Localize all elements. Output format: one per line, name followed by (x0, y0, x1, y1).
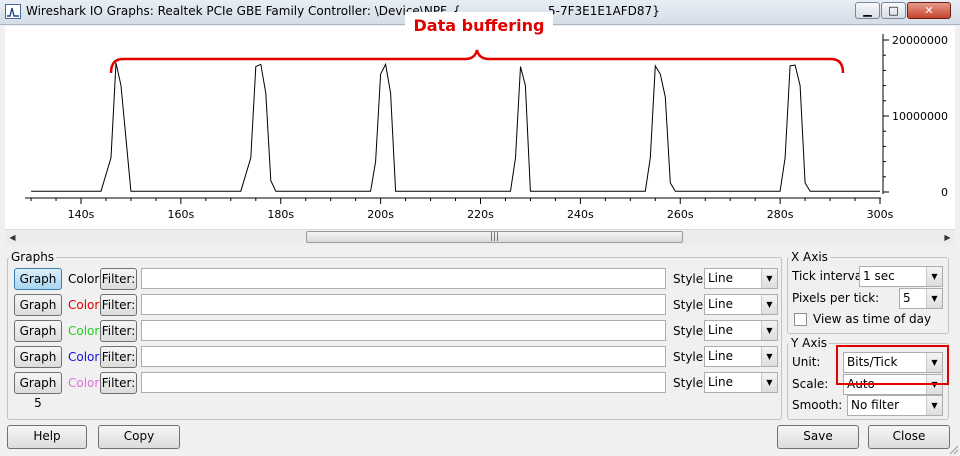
graph-2-filter-input[interactable] (141, 294, 666, 315)
chevron-down-icon[interactable]: ▼ (761, 269, 777, 288)
chevron-down-icon[interactable]: ▼ (926, 289, 942, 308)
graph-1-style-label: Style: (673, 272, 708, 286)
graph-1-color-label[interactable]: Color (68, 269, 99, 289)
graph-1-style-value: Line (708, 271, 734, 285)
pixels-per-tick-select[interactable]: 5 ▼ (899, 288, 943, 309)
graph-2-style-select[interactable]: Line ▼ (704, 294, 778, 315)
chevron-down-icon[interactable]: ▼ (761, 373, 777, 392)
scroll-left-arrow-icon[interactable]: ◀ (5, 230, 20, 245)
graph-3-button[interactable]: Graph 3 (14, 320, 62, 358)
graph-5-color-label[interactable]: Color (68, 373, 99, 393)
tick-interval-value: 1 sec (863, 269, 895, 283)
x-tick-label: 140s (68, 208, 95, 221)
close-button[interactable]: Close (868, 425, 950, 449)
graph-1-style-select[interactable]: Line ▼ (704, 268, 778, 289)
graph-5-button[interactable]: Graph 5 (14, 372, 62, 410)
copy-button[interactable]: Copy (98, 425, 180, 449)
graph-4-color-label[interactable]: Color (68, 347, 99, 367)
io-graph-plot[interactable]: 20000000 10000000 0 140s 160s 180s 200s 220s 24… (5, 26, 955, 232)
graph-5-filter-input[interactable] (141, 372, 666, 393)
minimize-button[interactable]: ▁ (855, 2, 880, 19)
unit-highlight-box (836, 345, 949, 385)
graph-4-style-label: Style: (673, 350, 708, 364)
x-tick-label: 300s (867, 208, 894, 221)
x-tick-label: 240s (567, 208, 594, 221)
tick-interval-label: Tick interval: (792, 269, 870, 283)
maximize-icon: □ (888, 4, 899, 17)
graph-4-style-value: Line (708, 349, 734, 363)
smooth-value: No filter (851, 398, 900, 412)
graph-4-filter-button[interactable]: Filter: (100, 346, 137, 368)
scale-label: Scale: (792, 377, 829, 391)
x-tick-label: 200s (367, 208, 394, 221)
window-title-tail: 5-7F3E1E1AFD87} (548, 4, 660, 18)
save-button[interactable]: Save (777, 425, 859, 449)
chevron-down-icon[interactable]: ▼ (926, 396, 942, 415)
graph-3-filter-input[interactable] (141, 320, 666, 341)
io-graph-chart: 20000000 10000000 0 140s 160s 180s 200s 220s 24… (25, 34, 948, 221)
resize-grip-icon[interactable] (947, 443, 959, 455)
graph-5-style-value: Line (708, 375, 734, 389)
graph-3-color-label[interactable]: Color (68, 321, 99, 341)
window-title: Wireshark IO Graphs: Realtek PCIe GBE Fa… (26, 4, 461, 18)
help-button[interactable]: Help (7, 425, 87, 449)
graph-4-style-select[interactable]: Line ▼ (704, 346, 778, 367)
data-buffering-bracket (109, 49, 845, 74)
graph-5-filter-button[interactable]: Filter: (100, 372, 137, 394)
view-time-of-day-checkbox[interactable] (794, 313, 807, 326)
horizontal-scrollbar[interactable]: ◀ ||| ▶ (5, 229, 955, 245)
graph-4-filter-input[interactable] (141, 346, 666, 367)
graph-3-filter-button[interactable]: Filter: (100, 320, 137, 342)
graph-2-button[interactable]: Graph 2 (14, 294, 62, 332)
graph-2-filter-button[interactable]: Filter: (100, 294, 137, 316)
x-tick-label: 220s (467, 208, 494, 221)
graph-5-style-select[interactable]: Line ▼ (704, 372, 778, 393)
graph-2-color-label[interactable]: Color (68, 295, 99, 315)
close-window-button[interactable]: ✕ (907, 2, 951, 19)
pixels-per-tick-value: 5 (903, 291, 911, 305)
scroll-right-arrow-icon[interactable]: ▶ (940, 230, 955, 245)
y-tick-label: 10000000 (892, 110, 948, 123)
y-axis-group-legend: Y Axis (791, 336, 828, 350)
chevron-down-icon[interactable]: ▼ (926, 267, 942, 286)
minimize-icon: ▁ (863, 4, 872, 17)
graph-1-button[interactable]: Graph 1 (14, 268, 62, 306)
chevron-down-icon[interactable]: ▼ (761, 347, 777, 366)
graph-2-style-label: Style: (673, 298, 708, 312)
x-tick-label: 160s (168, 208, 195, 221)
x-axis-group-legend: X Axis (791, 250, 828, 264)
data-buffering-label: Data buffering (405, 12, 553, 40)
pixels-per-tick-label: Pixels per tick: (792, 291, 880, 305)
window-title-text: Wireshark IO Graphs: Realtek PCIe GBE Fa… (26, 4, 461, 18)
graph-3-style-value: Line (708, 323, 734, 337)
chevron-down-icon[interactable]: ▼ (761, 295, 777, 314)
x-tick-label: 280s (767, 208, 794, 221)
graph-1-series-line (31, 62, 880, 192)
graph-3-style-select[interactable]: Line ▼ (704, 320, 778, 341)
view-time-of-day-label[interactable]: View as time of day (813, 309, 931, 329)
y-tick-label: 20000000 (892, 34, 948, 47)
scrollbar-thumb[interactable]: ||| (306, 231, 683, 243)
tick-interval-select[interactable]: 1 sec ▼ (859, 266, 943, 287)
maximize-button[interactable]: □ (881, 2, 906, 19)
graph-5-style-label: Style: (673, 376, 708, 390)
graph-2-style-value: Line (708, 297, 734, 311)
close-icon: ✕ (924, 4, 934, 17)
y-tick-label: 0 (941, 186, 948, 199)
graph-1-filter-input[interactable] (141, 268, 666, 289)
unit-label: Unit: (792, 355, 821, 369)
graphs-group-legend: Graphs (11, 250, 55, 264)
graph-3-style-label: Style: (673, 324, 708, 338)
x-tick-label: 180s (267, 208, 294, 221)
graph-1-filter-button[interactable]: Filter: (100, 268, 137, 290)
x-tick-label: 260s (667, 208, 694, 221)
smooth-label: Smooth: (792, 398, 843, 412)
graph-4-button[interactable]: Graph 4 (14, 346, 62, 384)
smooth-select[interactable]: No filter ▼ (847, 395, 943, 416)
wireshark-graph-icon (5, 4, 21, 19)
chevron-down-icon[interactable]: ▼ (761, 321, 777, 340)
